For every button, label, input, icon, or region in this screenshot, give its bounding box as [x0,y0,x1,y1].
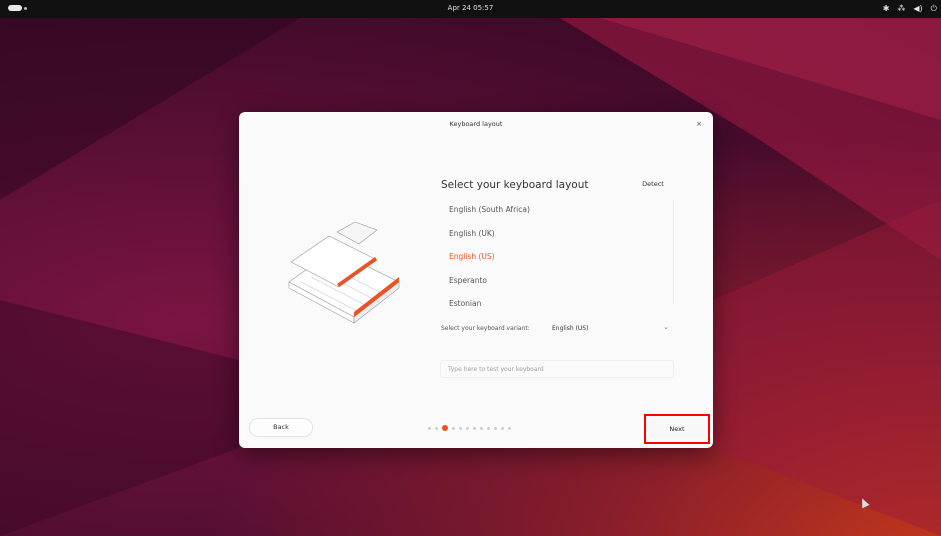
accessibility-icon[interactable]: ✱ [883,3,890,14]
progress-dots [428,425,511,431]
volume-icon[interactable]: ◀) [913,3,922,14]
list-item[interactable]: Estonian [449,299,481,308]
next-button-highlight: Next [644,414,710,444]
power-icon[interactable]: ⏻ [931,3,937,14]
keyboard-layout-dialog: Keyboard layout × Select your keyboard l… [239,112,713,448]
progress-dot [435,426,438,430]
progress-dot [459,426,462,430]
chevron-down-icon: ⌄ [663,323,669,331]
top-bar: Apr 24 05:57 ✱ ⁂ ◀) ⏻ [0,0,941,18]
list-item[interactable]: English (UK) [449,229,495,238]
clock[interactable]: Apr 24 05:57 [0,4,941,12]
keyboard-test-input[interactable] [440,360,674,378]
close-button[interactable]: × [693,118,705,130]
progress-dot-current [442,425,448,431]
progress-dot [487,426,490,430]
variant-dropdown[interactable]: English (US) ⌄ [544,320,674,336]
progress-dot [494,426,497,430]
progress-dot [428,426,431,430]
page-heading: Select your keyboard layout [441,179,589,191]
variant-label: Select your keyboard variant: [441,325,530,332]
layout-list[interactable]: English (South Africa) English (UK) Engl… [440,200,674,308]
progress-dot [480,426,483,430]
keyboard-illustration [288,222,400,324]
list-item-selected[interactable]: English (US) [449,252,495,261]
progress-dot [508,426,511,430]
list-item[interactable]: Esperanto [449,276,487,285]
progress-dot [452,426,455,430]
variant-value: English (US) [552,325,589,332]
network-icon[interactable]: ⁂ [897,3,905,14]
system-tray[interactable]: ✱ ⁂ ◀) ⏻ [883,3,937,14]
dialog-title: Keyboard layout [449,120,503,128]
list-item[interactable]: English (South Africa) [449,205,530,214]
next-button[interactable]: Next [648,419,706,439]
progress-dot [466,426,469,430]
progress-dot [501,426,504,430]
progress-dot [473,426,476,430]
detect-button[interactable]: Detect [632,176,674,192]
back-button[interactable]: Back [249,418,313,437]
